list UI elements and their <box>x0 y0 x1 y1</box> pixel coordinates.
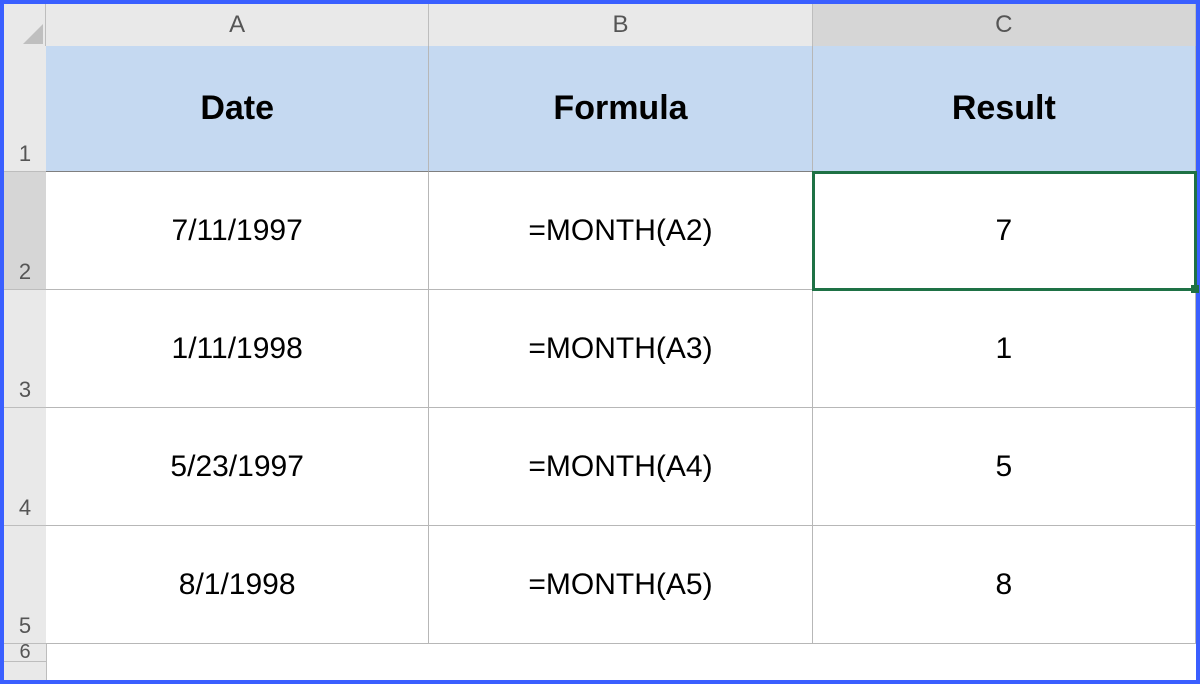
cell-grid: Date Formula Result 7/11/1997 =MONTH(A2)… <box>46 46 1196 680</box>
table-header-row: Date Formula Result <box>46 46 1196 172</box>
select-all-triangle-icon <box>23 24 43 44</box>
cell-B4[interactable]: =MONTH(A4) <box>429 408 812 526</box>
table-row: 7/11/1997 =MONTH(A2) 7 <box>46 172 1196 290</box>
row-header-3[interactable]: 3 <box>4 290 46 408</box>
column-header-bar: A B C <box>4 4 1196 47</box>
row-header-5[interactable]: 5 <box>4 526 46 644</box>
header-cell-date[interactable]: Date <box>46 46 429 172</box>
cell-B3[interactable]: =MONTH(A3) <box>429 290 812 408</box>
cell-B2[interactable]: =MONTH(A2) <box>429 172 812 290</box>
cell-B5[interactable]: =MONTH(A5) <box>429 526 812 644</box>
header-cell-formula[interactable]: Formula <box>429 46 812 172</box>
cell-A3[interactable]: 1/11/1998 <box>46 290 429 408</box>
row-header-6[interactable]: 6 <box>4 644 46 662</box>
row-header-2[interactable]: 2 <box>4 172 46 290</box>
row-header-1[interactable]: 1 <box>4 46 46 172</box>
column-header-C[interactable]: C <box>813 4 1196 46</box>
cell-C4[interactable]: 5 <box>813 408 1196 526</box>
cell-C3[interactable]: 1 <box>813 290 1196 408</box>
column-header-B[interactable]: B <box>429 4 812 46</box>
select-all-corner[interactable] <box>4 4 46 46</box>
spreadsheet-frame: A B C 1 2 3 4 5 6 Date Formula Result 7/… <box>0 0 1200 684</box>
cell-C5[interactable]: 8 <box>813 526 1196 644</box>
table-row: 8/1/1998 =MONTH(A5) 8 <box>46 526 1196 644</box>
row-header-4[interactable]: 4 <box>4 408 46 526</box>
table-row: 1/11/1998 =MONTH(A3) 1 <box>46 290 1196 408</box>
table-row: 5/23/1997 =MONTH(A4) 5 <box>46 408 1196 526</box>
header-cell-result[interactable]: Result <box>813 46 1196 172</box>
cell-A4[interactable]: 5/23/1997 <box>46 408 429 526</box>
cell-A5[interactable]: 8/1/1998 <box>46 526 429 644</box>
column-header-A[interactable]: A <box>46 4 429 46</box>
row-header-bar: 1 2 3 4 5 6 <box>4 46 47 680</box>
cell-C2[interactable]: 7 <box>813 172 1196 290</box>
cell-A2[interactable]: 7/11/1997 <box>46 172 429 290</box>
